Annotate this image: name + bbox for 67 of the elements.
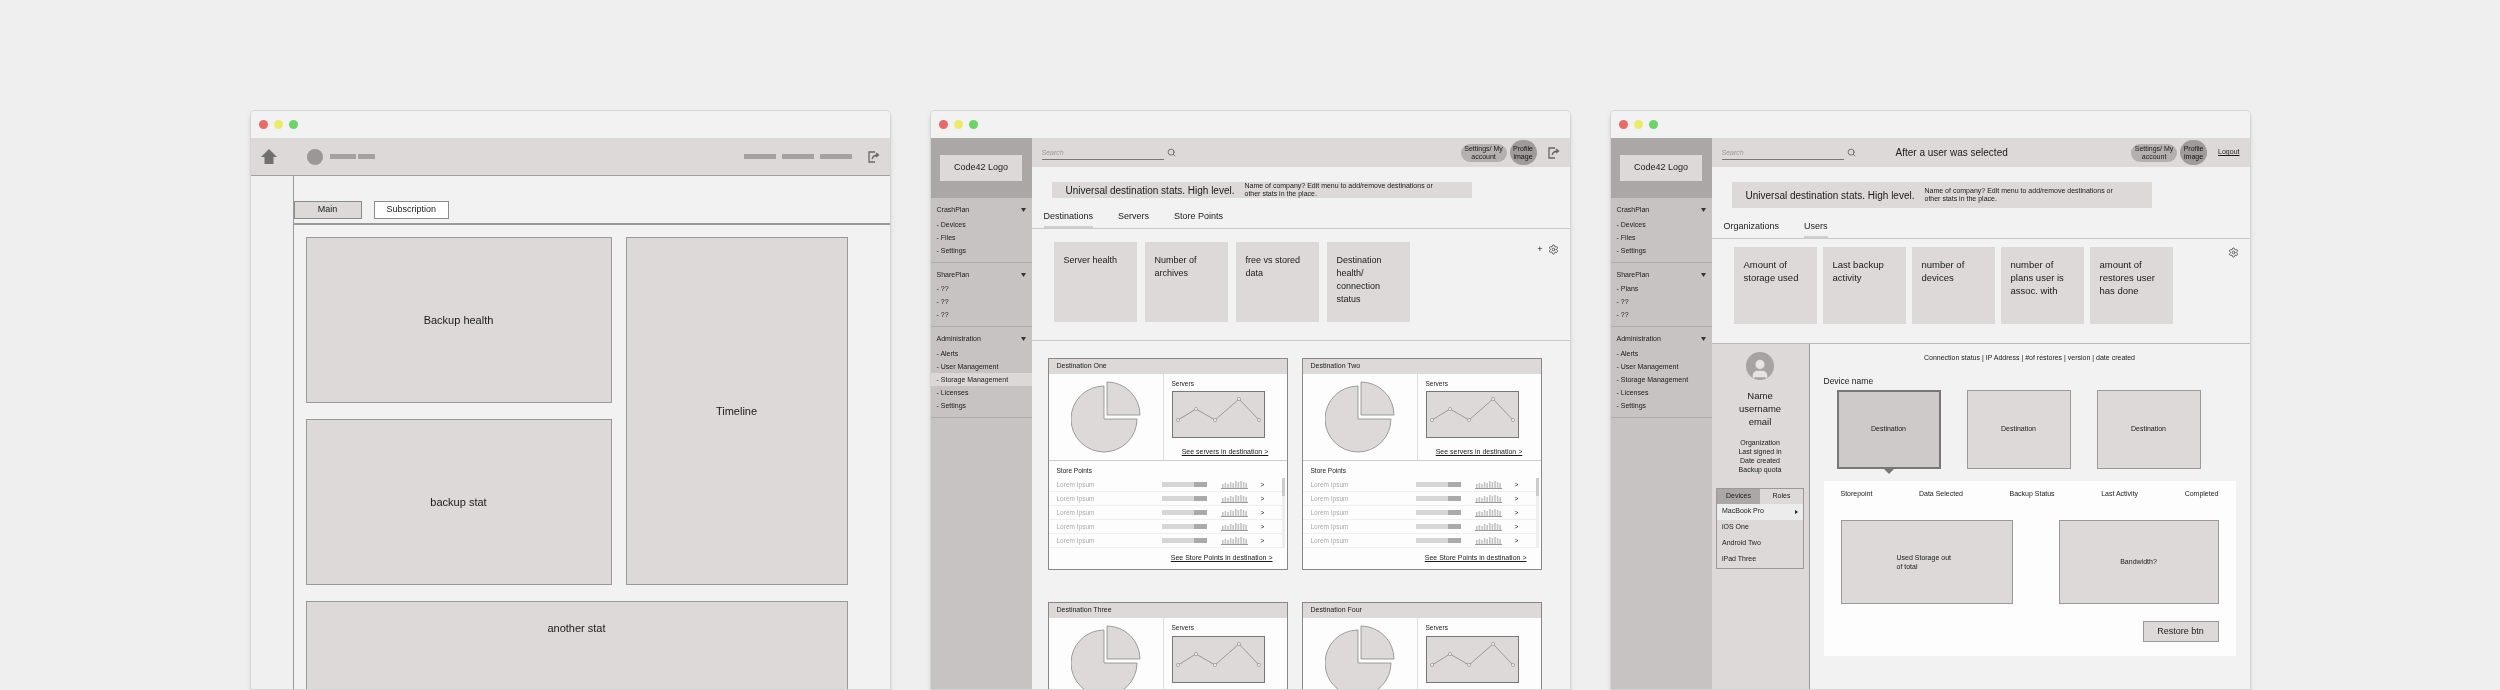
tab[interactable]: Store Points [1174,210,1224,228]
user-name: Name [1747,388,1773,402]
caret-icon[interactable] [1700,272,1706,277]
stat-panel: backup stat [305,419,612,585]
mini-bar-chart-drawing [1220,536,1248,546]
caret-icon[interactable] [1020,272,1026,277]
close-button[interactable] [938,120,948,129]
close-button[interactable] [258,120,268,129]
mini-bar-chart-drawing [1220,508,1248,518]
logo-placeholder[interactable]: Code42 Logo [1620,155,1702,181]
mini-bar-chart-drawing [1474,536,1502,546]
stat-panel: Timeline [625,237,848,585]
stat-card: number of plans user is assoc. with [2000,246,2084,324]
tab[interactable]: Subscription [373,201,450,219]
mini-bar-chart-drawing [1220,494,1248,504]
user-username: username [1738,401,1782,415]
mini-bar-chart-drawing [1220,480,1248,490]
mini-bar-chart-drawing [1220,522,1248,532]
tab[interactable]: Organizations [1723,220,1780,238]
search-icon[interactable] [1166,148,1176,157]
caret-icon[interactable] [1020,208,1026,213]
exit-icon[interactable] [1547,146,1560,159]
page-title: After a user was selected [1895,146,2008,160]
maximize-button[interactable] [288,120,298,129]
maximize-button[interactable] [968,120,978,129]
stat-panel: another stat [305,601,848,689]
tab[interactable]: Main [293,201,362,219]
mini-bar-chart-drawing [1474,522,1502,532]
text-placeholder-bar [743,154,776,159]
pointer-icon [1883,468,1894,474]
tab[interactable]: Servers [1118,210,1150,228]
stat-panel: Backup health [305,237,612,403]
settings-icon[interactable] [1547,243,1559,255]
text-placeholder-bar [819,154,852,159]
home-icon[interactable] [260,149,277,164]
stat-card: number of devices [1911,246,1995,324]
stat-card: free vs stored data [1235,241,1319,322]
avatar-icon [1746,351,1774,380]
avatar-icon[interactable] [306,148,323,165]
user-email: email [1748,414,1772,428]
caret-icon[interactable] [1020,337,1026,342]
stat-card: Server health [1053,241,1137,322]
tab[interactable]: Users [1804,220,1828,238]
stat-card: Amount of storage used [1733,246,1817,324]
logo-placeholder[interactable]: Code42 Logo [940,155,1022,181]
add-button[interactable]: + [1537,243,1543,254]
mini-bar-chart-drawing [1474,494,1502,504]
caret-icon[interactable] [1700,337,1706,342]
search-icon[interactable] [1846,148,1856,157]
stat-card: amount of restores user has done [2089,246,2173,324]
mini-bar-chart-drawing [1474,480,1502,490]
text-placeholder-bar [781,154,814,159]
banner-title: Universal destination stats. High level. [1065,183,1235,198]
device-title: Device name [1823,375,1875,388]
tab[interactable]: Destinations [1043,210,1094,228]
mini-bar-chart-drawing [1474,508,1502,518]
maximize-button[interactable] [1648,120,1658,129]
restore-button[interactable]: Restore btn [2142,621,2219,643]
caret-icon [1795,509,1798,514]
close-button[interactable] [1618,120,1628,129]
stat-card: Last backup activity [1822,246,1906,324]
exit-icon[interactable] [867,150,880,163]
stat-card: Destination health/ connection status [1326,241,1410,322]
caret-icon[interactable] [1700,208,1706,213]
banner-title: Universal destination stats. High level. [1745,188,1915,203]
settings-icon[interactable] [2227,246,2239,258]
stat-card: Number of archives [1144,241,1228,322]
